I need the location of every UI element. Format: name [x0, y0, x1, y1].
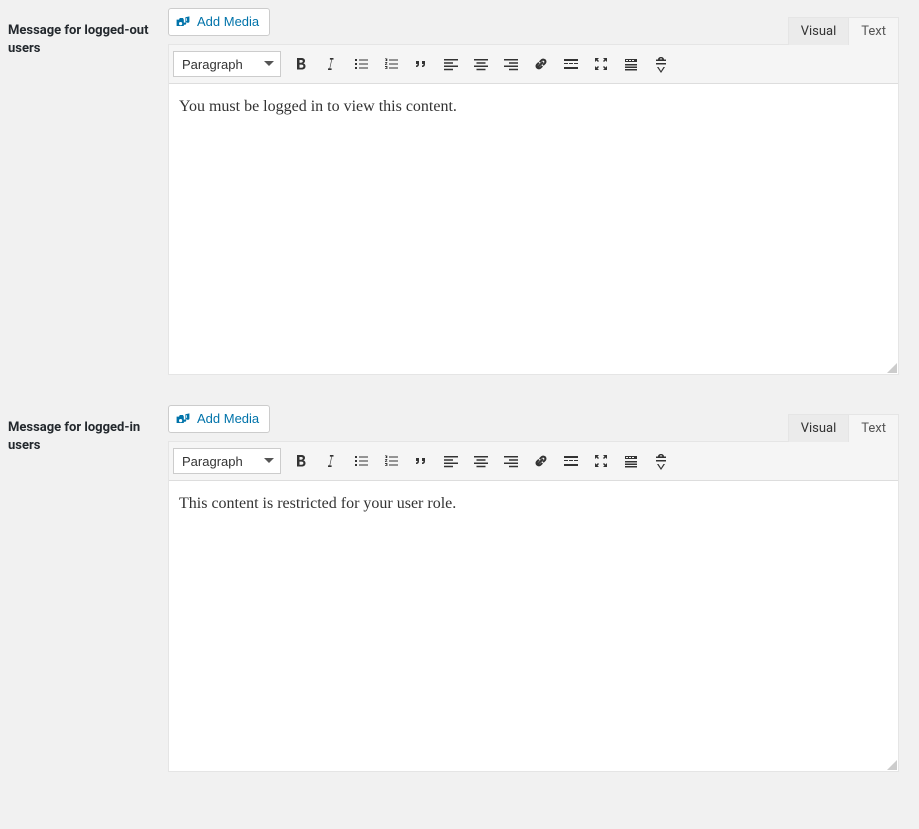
- tab-visual[interactable]: Visual: [788, 414, 850, 442]
- editor-text: You must be logged in to view this conte…: [179, 98, 888, 116]
- readmore-icon: [561, 451, 581, 471]
- align-center-button[interactable]: [467, 447, 495, 475]
- align-right-button[interactable]: [497, 447, 525, 475]
- resize-handle[interactable]: [884, 360, 898, 374]
- fullscreen-button[interactable]: [587, 50, 615, 78]
- editor-text: This content is restricted for your user…: [179, 495, 888, 513]
- camera-music-icon: [175, 411, 191, 427]
- fullscreen-icon: [591, 451, 611, 471]
- align-left-button[interactable]: [437, 447, 465, 475]
- align-center-button[interactable]: [467, 50, 495, 78]
- wpforms-icon: [651, 54, 671, 74]
- fullscreen-button[interactable]: [587, 447, 615, 475]
- add-media-button[interactable]: Add Media: [168, 8, 270, 36]
- editor-tabs: Visual Text: [788, 414, 899, 442]
- add-media-label: Add Media: [197, 410, 259, 428]
- field-label: Message for logged-in users: [8, 405, 168, 455]
- italic-button[interactable]: [317, 50, 345, 78]
- align-right-icon: [501, 54, 521, 74]
- readmore-button[interactable]: [557, 50, 585, 78]
- align-center-icon: [471, 54, 491, 74]
- align-left-button[interactable]: [437, 50, 465, 78]
- editor-container: Paragraph This content is restricted for…: [168, 441, 899, 772]
- blockquote-icon: [411, 54, 431, 74]
- toolbar-toggle-button[interactable]: [617, 50, 645, 78]
- tab-text[interactable]: Text: [849, 414, 899, 442]
- link-button[interactable]: [527, 50, 555, 78]
- tab-text[interactable]: Text: [849, 17, 899, 45]
- italic-icon: [321, 451, 341, 471]
- italic-button[interactable]: [317, 447, 345, 475]
- add-media-button[interactable]: Add Media: [168, 405, 270, 433]
- editor-container: Paragraph You must be logged in to view …: [168, 44, 899, 375]
- resize-handle[interactable]: [884, 757, 898, 771]
- editor-topbar: Add Media Visual Text: [168, 8, 899, 44]
- numbered-list-button[interactable]: [377, 447, 405, 475]
- bullet-list-button[interactable]: [347, 447, 375, 475]
- add-media-label: Add Media: [197, 13, 259, 31]
- link-icon: [531, 451, 551, 471]
- blockquote-icon: [411, 451, 431, 471]
- readmore-button[interactable]: [557, 447, 585, 475]
- wpforms-button[interactable]: [647, 447, 675, 475]
- wpforms-button[interactable]: [647, 50, 675, 78]
- blockquote-button[interactable]: [407, 447, 435, 475]
- bullet-list-icon: [351, 451, 371, 471]
- fullscreen-icon: [591, 54, 611, 74]
- wpforms-icon: [651, 451, 671, 471]
- align-right-icon: [501, 451, 521, 471]
- readmore-icon: [561, 54, 581, 74]
- bullet-list-button[interactable]: [347, 50, 375, 78]
- numbered-list-button[interactable]: [377, 50, 405, 78]
- numbered-list-icon: [381, 54, 401, 74]
- bold-button[interactable]: [287, 447, 315, 475]
- numbered-list-icon: [381, 451, 401, 471]
- align-left-icon: [441, 451, 461, 471]
- toolbar-toggle-icon: [621, 451, 641, 471]
- link-icon: [531, 54, 551, 74]
- editor-toolbar: Paragraph: [169, 45, 898, 84]
- format-select[interactable]: Paragraph: [173, 448, 281, 474]
- bullet-list-icon: [351, 54, 371, 74]
- toolbar-toggle-icon: [621, 54, 641, 74]
- field-row-logged-in: Message for logged-in users Add Media Vi…: [8, 405, 899, 772]
- editor-toolbar: Paragraph: [169, 442, 898, 481]
- align-left-icon: [441, 54, 461, 74]
- editor-content-area[interactable]: This content is restricted for your user…: [169, 481, 898, 771]
- align-right-button[interactable]: [497, 50, 525, 78]
- camera-music-icon: [175, 14, 191, 30]
- field-row-logged-out: Message for logged-out users Add Media V…: [8, 8, 899, 375]
- italic-icon: [321, 54, 341, 74]
- link-button[interactable]: [527, 447, 555, 475]
- editor-content-area[interactable]: You must be logged in to view this conte…: [169, 84, 898, 374]
- format-select[interactable]: Paragraph: [173, 51, 281, 77]
- toolbar-toggle-button[interactable]: [617, 447, 645, 475]
- bold-icon: [291, 451, 311, 471]
- editor-wrap: Add Media Visual Text Paragraph: [168, 405, 899, 772]
- editor-wrap: Add Media Visual Text Paragraph: [168, 8, 899, 375]
- bold-icon: [291, 54, 311, 74]
- field-label: Message for logged-out users: [8, 8, 168, 58]
- tab-visual[interactable]: Visual: [788, 17, 850, 45]
- editor-tabs: Visual Text: [788, 17, 899, 45]
- align-center-icon: [471, 451, 491, 471]
- bold-button[interactable]: [287, 50, 315, 78]
- blockquote-button[interactable]: [407, 50, 435, 78]
- editor-topbar: Add Media Visual Text: [168, 405, 899, 441]
